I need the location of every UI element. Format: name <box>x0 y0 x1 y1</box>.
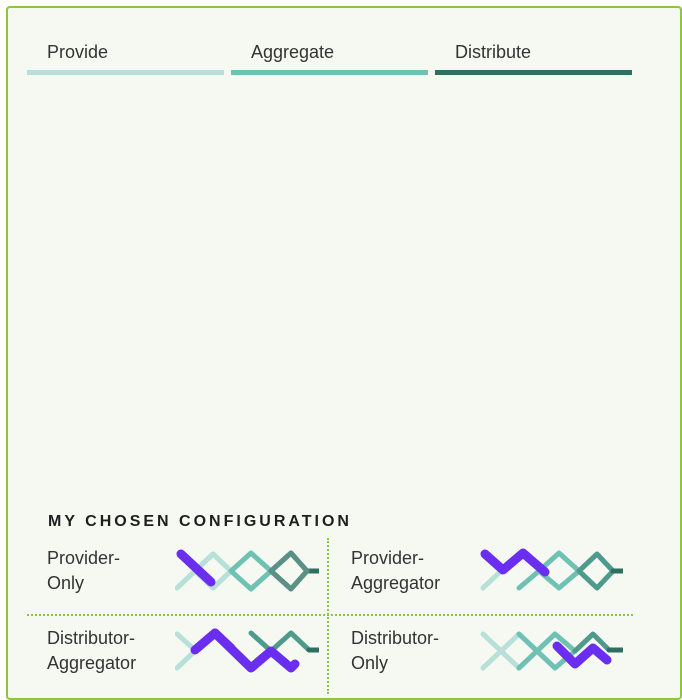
stage-tabs: Provide Aggregate Distribute <box>27 36 633 76</box>
configuration-panel: Provide Aggregate Distribute MY CHOSEN C… <box>6 6 682 700</box>
option-provider-aggregator-label: Provider- Aggregator <box>351 548 441 593</box>
option-provider-aggregator[interactable]: Provider- Aggregator <box>331 538 631 614</box>
section-title: MY CHOSEN CONFIGURATION <box>48 513 352 530</box>
provider-aggregator-icon <box>480 548 623 591</box>
grid-divider-vertical <box>327 538 329 694</box>
tab-distribute-bar <box>435 70 632 75</box>
tab-distribute[interactable]: Distribute <box>435 36 632 76</box>
provider-only-icon <box>175 549 319 592</box>
option-distributor-only[interactable]: Distributor- Only <box>331 618 631 694</box>
tab-aggregate-bar <box>231 70 428 75</box>
option-provider-only[interactable]: Provider- Only <box>27 538 327 614</box>
tab-provide-label: Provide <box>47 42 109 62</box>
option-distributor-aggregator-label: Distributor- Aggregator <box>47 628 137 673</box>
tab-distribute-label: Distribute <box>455 42 532 62</box>
tab-aggregate-label: Aggregate <box>251 42 335 62</box>
tab-provide-bar <box>27 70 224 75</box>
distributor-aggregator-icon <box>175 628 319 673</box>
tab-provide[interactable]: Provide <box>27 36 224 76</box>
tab-aggregate[interactable]: Aggregate <box>231 36 428 76</box>
option-distributor-aggregator[interactable]: Distributor- Aggregator <box>27 618 327 694</box>
distributor-only-icon <box>480 631 623 671</box>
option-distributor-only-label: Distributor- Only <box>351 628 440 673</box>
option-provider-only-label: Provider- Only <box>47 548 121 593</box>
configuration-grid: Provider- Only Provider- Aggregator Dist… <box>27 538 633 694</box>
grid-divider-horizontal <box>27 614 633 616</box>
